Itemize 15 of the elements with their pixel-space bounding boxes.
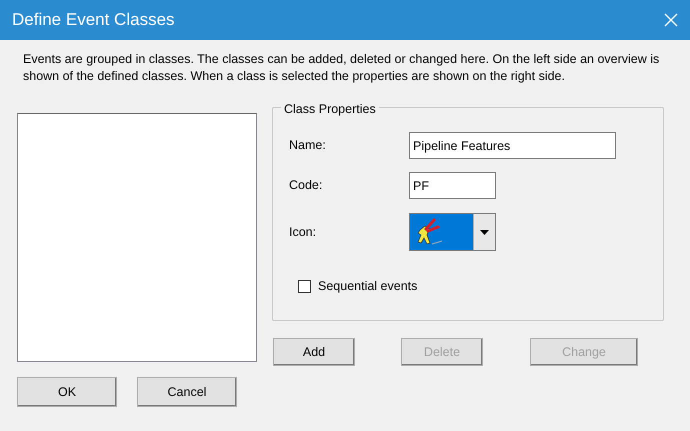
- text-field[interactable]: Pipeline Features: [409, 132, 616, 159]
- text-field[interactable]: PF: [409, 172, 496, 199]
- action-button[interactable]: Add: [273, 338, 355, 366]
- window-title: Define Event Classes: [12, 9, 175, 32]
- icon-dropdown[interactable]: [409, 213, 496, 251]
- description-text: Events are grouped in classes. The classes can be added, deleted or changed here. On the left side an overview is shown of the defined classes. When a class is selected the properties are shown on the right side.: [23, 51, 660, 85]
- field-label: Name:: [288, 137, 327, 154]
- dialog-button[interactable]: Cancel: [137, 377, 237, 407]
- checkbox[interactable]: [298, 280, 311, 293]
- field-label: Icon:: [288, 224, 318, 241]
- dialog-button[interactable]: OK: [17, 377, 117, 407]
- dropdown-arrow-icon: [480, 230, 489, 234]
- field-label: Code:: [288, 177, 324, 194]
- checkbox-label: Sequential events: [318, 278, 418, 295]
- close-icon[interactable]: [664, 13, 678, 27]
